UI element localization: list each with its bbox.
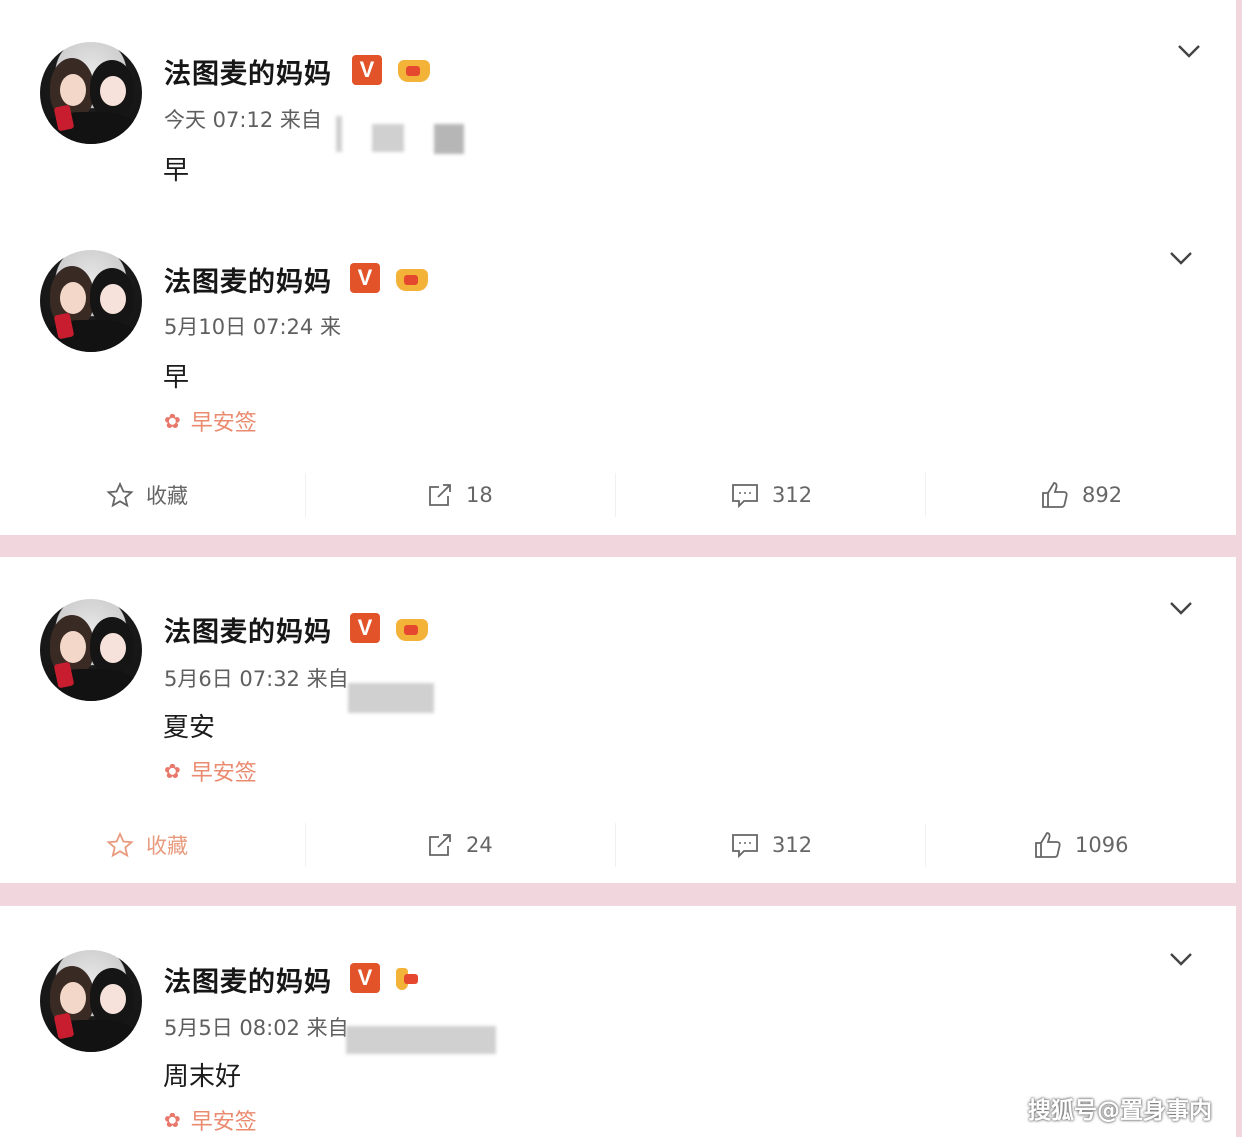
author-name[interactable]: 法图麦的妈妈 [164, 52, 332, 91]
thumbs-up-icon [1042, 482, 1068, 508]
collect-label: 收藏 [146, 834, 188, 858]
share-icon [429, 484, 451, 506]
share-icon [429, 834, 451, 856]
star-icon [106, 481, 134, 508]
crown-icon [396, 968, 418, 990]
post-card-3: 法图麦的妈妈 V 5月6日 07:32 来自 夏安 ✿ 早安签 收藏 24 31… [0, 557, 1236, 883]
post-text: 夏安 [163, 713, 216, 743]
watermark: 搜狐号@置身事内 [1028, 1098, 1212, 1124]
flower-icon: ✿ [164, 759, 181, 783]
post-time: 5月10日 07:24 来 [164, 315, 341, 339]
post-text: 周末好 [163, 1062, 242, 1092]
verified-badge-icon: V [350, 963, 380, 993]
comment-count: 312 [772, 833, 813, 857]
comment-count: 312 [772, 483, 813, 507]
like-count: 1096 [1075, 833, 1129, 857]
author-name[interactable]: 法图麦的妈妈 [164, 610, 332, 649]
action-bar: 收藏 18 312 892 [0, 465, 1236, 525]
comment-button[interactable]: 312 [730, 465, 812, 525]
avatar[interactable] [40, 250, 142, 352]
redacted-source [434, 124, 464, 154]
post-card-2: 法图麦的妈妈 V 5月10日 07:24 来 早 ✿ 早安签 收藏 18 312… [0, 205, 1236, 535]
chevron-down-icon[interactable] [1168, 245, 1194, 271]
author-name[interactable]: 法图麦的妈妈 [164, 260, 332, 299]
share-count: 24 [466, 833, 493, 857]
comment-icon [732, 834, 758, 859]
redacted-source [372, 124, 404, 152]
chevron-down-icon[interactable] [1168, 595, 1194, 621]
avatar[interactable] [40, 42, 142, 144]
post-card-1: 法图麦的妈妈 V 今天 07:12 来自 早 [0, 0, 1236, 205]
topic-tag[interactable]: ✿ 早安签 [164, 405, 257, 437]
thumbs-up-icon [1035, 832, 1061, 858]
topic-label: 早安签 [190, 411, 257, 436]
like-button[interactable]: 892 [1040, 465, 1122, 525]
redacted-source [346, 1026, 496, 1054]
verified-badge-icon: V [350, 613, 380, 643]
avatar[interactable] [40, 599, 142, 701]
verified-badge-icon: V [352, 55, 382, 85]
author-name[interactable]: 法图麦的妈妈 [164, 960, 332, 999]
redacted-source [348, 683, 434, 713]
share-button[interactable]: 24 [426, 815, 493, 875]
like-button[interactable]: 1096 [1033, 815, 1128, 875]
comment-button[interactable]: 312 [730, 815, 812, 875]
flower-icon: ✿ [164, 1108, 181, 1132]
redacted-source [336, 116, 342, 152]
topic-label: 早安签 [190, 1110, 257, 1135]
topic-tag[interactable]: ✿ 早安签 [164, 755, 257, 787]
collect-label: 收藏 [146, 484, 188, 508]
post-time: 5月6日 07:32 来自 [164, 667, 349, 691]
collect-button[interactable]: 收藏 [106, 815, 188, 875]
chevron-down-icon[interactable] [1176, 38, 1202, 64]
post-time: 今天 07:12 来自 [164, 108, 322, 132]
avatar[interactable] [40, 950, 142, 1052]
verified-badge-icon: V [350, 263, 380, 293]
topic-tag[interactable]: ✿ 早安签 [164, 1104, 257, 1136]
crown-icon [396, 619, 428, 641]
topic-label: 早安签 [190, 761, 257, 786]
collect-button[interactable]: 收藏 [106, 465, 188, 525]
post-text: 早 [163, 156, 190, 186]
post-time: 5月5日 08:02 来自 [164, 1016, 349, 1040]
share-count: 18 [466, 483, 493, 507]
comment-icon [732, 484, 758, 509]
crown-icon [398, 60, 430, 82]
flower-icon: ✿ [164, 409, 181, 433]
chevron-down-icon[interactable] [1168, 946, 1194, 972]
star-icon [106, 831, 134, 858]
crown-icon [396, 269, 428, 291]
share-button[interactable]: 18 [426, 465, 493, 525]
post-text: 早 [163, 363, 190, 393]
like-count: 892 [1082, 483, 1123, 507]
action-bar: 收藏 24 312 1096 [0, 815, 1236, 875]
